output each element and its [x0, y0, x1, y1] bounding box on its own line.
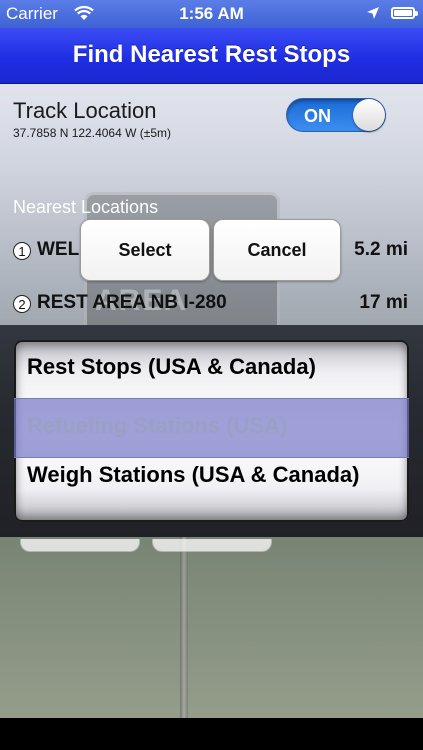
location-name: REST AREA NB I-280 [37, 292, 227, 313]
picker-option-refueling-stations[interactable]: Refueling Stations (USA) [27, 413, 402, 439]
navigation-bar: Find Nearest Rest Stops [0, 28, 423, 84]
obscured-button-left [20, 539, 140, 552]
track-location-toggle[interactable]: ON [286, 98, 386, 132]
location-number-badge: 1 [13, 242, 31, 260]
obscured-button-right [152, 539, 272, 552]
location-number-badge: 2 [13, 295, 31, 313]
status-bar: Carrier 1:56 AM [0, 0, 423, 28]
page-title: Find Nearest Rest Stops [72, 41, 351, 68]
toggle-knob [353, 99, 385, 131]
cancel-button[interactable]: Cancel [213, 219, 341, 281]
select-button[interactable]: Select [80, 219, 210, 281]
main-content: AREA Track Location 37.7858 N 122.4064 W… [0, 84, 423, 718]
picker-option-rest-stops[interactable]: Rest Stops (USA & Canada) [27, 354, 402, 380]
bottom-bar [0, 718, 423, 750]
category-picker[interactable]: Rest Stops (USA & Canada) Refueling Stat… [14, 340, 409, 522]
battery-icon [391, 7, 418, 19]
location-row-1[interactable]: 1 WEL 5.2 mi [0, 236, 423, 266]
location-row-2[interactable]: 2 REST AREA NB I-280 17 mi [0, 289, 423, 319]
background-sign-post [180, 534, 188, 718]
location-distance: 17 mi [359, 292, 408, 313]
track-location-label: Track Location [13, 98, 157, 123]
nearest-locations-label: Nearest Locations [13, 197, 159, 217]
status-time: 1:56 AM [179, 4, 244, 23]
location-name: WEL [37, 239, 80, 260]
picker-option-weigh-stations[interactable]: Weigh Stations (USA & Canada) [27, 462, 402, 488]
coordinates-readout: 37.7858 N 122.4064 W (±5m) [13, 126, 172, 140]
location-distance: 5.2 mi [354, 239, 408, 260]
toggle-state-label: ON [304, 106, 331, 126]
location-arrow-icon [367, 7, 379, 19]
